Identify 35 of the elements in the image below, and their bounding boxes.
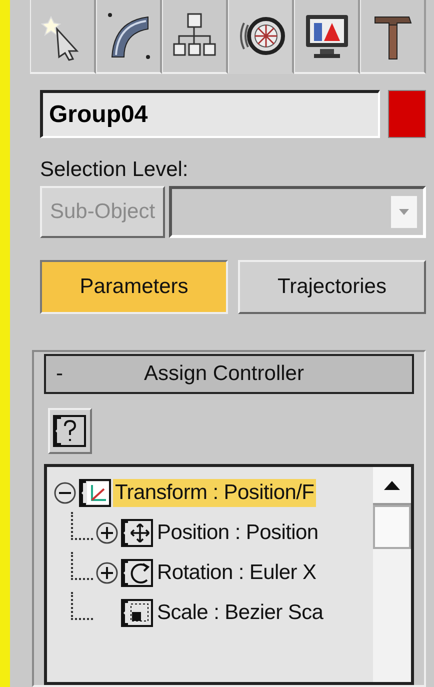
scale-box-icon [121, 599, 153, 627]
collapse-icon[interactable] [53, 481, 77, 505]
tree-item[interactable]: Rotation : Euler X [155, 559, 318, 587]
tree-item[interactable]: Transform : Position/F [113, 479, 316, 507]
expand-icon[interactable] [95, 521, 119, 545]
selection-level-label: Selection Level: [40, 158, 190, 182]
panel-tab[interactable] [96, 0, 162, 74]
controller-help-button[interactable] [48, 408, 92, 454]
rotate-icon [121, 559, 153, 587]
scroll-thumb[interactable] [373, 505, 411, 549]
expand-icon[interactable] [95, 561, 119, 585]
axes-icon [79, 479, 111, 507]
tree-connector-line [71, 552, 93, 580]
panel-tab[interactable] [294, 0, 360, 74]
panel-tab[interactable] [228, 0, 294, 74]
arc-icon [106, 11, 152, 61]
tree-item[interactable]: Scale : Bezier Sca [155, 599, 326, 627]
tree-connector-line [71, 512, 93, 540]
color-swatch[interactable] [388, 90, 426, 138]
panel-tab[interactable] [162, 0, 228, 74]
panel-tab[interactable] [360, 0, 426, 74]
sub-object-dropdown[interactable] [169, 186, 426, 238]
panel-tab[interactable] [30, 0, 96, 74]
object-name-field[interactable]: Group04 [40, 90, 380, 138]
unknown-controller-icon [53, 414, 87, 448]
move-arrows-icon [121, 519, 153, 547]
mode-button[interactable]: Parameters [40, 260, 228, 314]
tree-item[interactable]: Position : Position [155, 519, 320, 547]
collapse-toggle[interactable]: - [56, 362, 86, 386]
scroll-up-icon[interactable] [383, 479, 401, 491]
rollout-header[interactable]: - Assign Controller [44, 354, 414, 394]
mode-button[interactable]: Trajectories [238, 260, 426, 314]
tree-connector-line [71, 592, 93, 620]
rollout-title: Assign Controller [143, 362, 305, 386]
scrollbar[interactable] [373, 467, 411, 682]
